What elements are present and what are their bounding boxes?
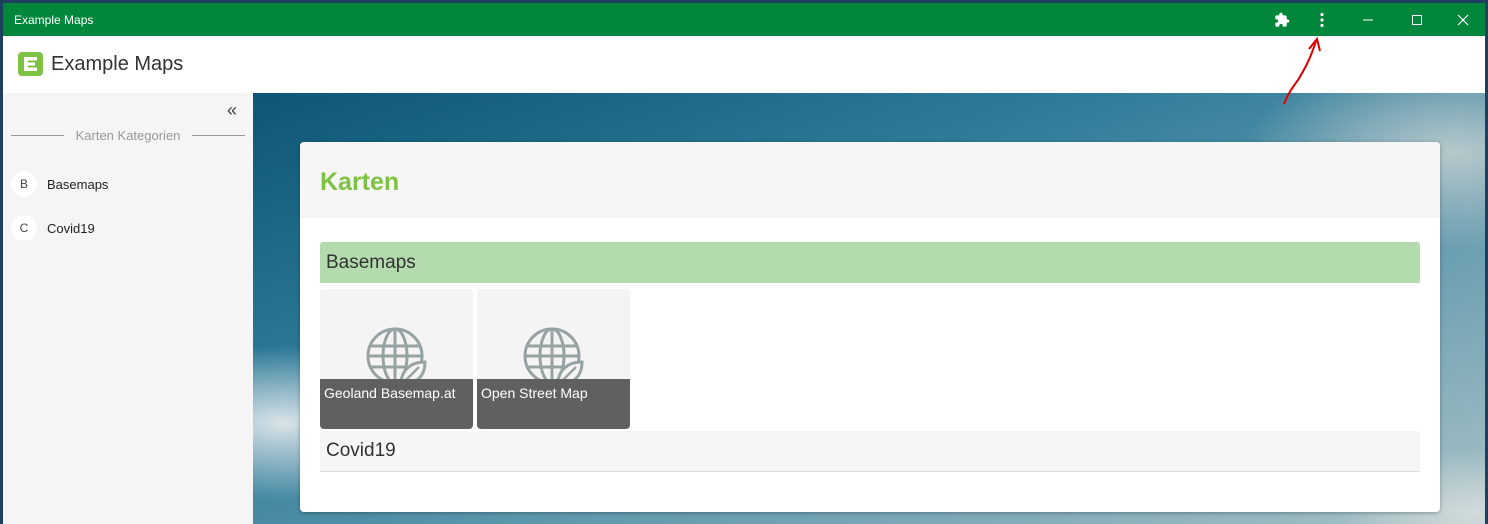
category-header: Karten Kategorien: [11, 127, 246, 143]
divider: [11, 134, 64, 136]
collapse-sidebar-button[interactable]: «: [227, 100, 237, 121]
window-titlebar: Example Maps: [3, 3, 1485, 36]
close-icon[interactable]: [1452, 3, 1474, 36]
maps-card: Karten Basemaps Geoland Basemap.at Open …: [300, 142, 1440, 512]
section-header-covid19[interactable]: Covid19: [320, 431, 1420, 472]
puzzle-icon[interactable]: [1273, 3, 1291, 36]
map-tile-label: Open Street Map: [477, 379, 630, 429]
sidebar-item-covid19[interactable]: C Covid19: [11, 214, 241, 242]
divider: [192, 134, 246, 136]
sidebar-item-label: Covid19: [47, 220, 95, 236]
minimize-icon[interactable]: [1357, 3, 1379, 36]
app-logo-icon: [18, 52, 43, 76]
map-tile-openstreetmap[interactable]: Open Street Map: [477, 289, 630, 429]
app-name: Example Maps: [51, 53, 184, 75]
app-header: Example Maps: [3, 36, 1485, 93]
more-vert-icon[interactable]: [1314, 3, 1330, 36]
window-title: Example Maps: [14, 13, 94, 27]
map-tile-geoland[interactable]: Geoland Basemap.at: [320, 289, 473, 429]
map-tile-label: Geoland Basemap.at: [320, 379, 473, 429]
maximize-icon[interactable]: [1406, 3, 1428, 36]
card-header: Karten: [300, 142, 1440, 218]
sidebar-item-label: Basemaps: [47, 176, 109, 192]
sidebar-item-basemaps[interactable]: B Basemaps: [11, 170, 241, 198]
sidebar: « Karten Kategorien B Basemaps C Covid19: [3, 93, 253, 524]
category-badge: B: [11, 171, 37, 197]
category-badge: C: [11, 215, 37, 241]
annotation-arrow-icon: [1283, 36, 1321, 105]
section-header-basemaps[interactable]: Basemaps: [320, 242, 1420, 283]
page-title: Karten: [320, 168, 400, 196]
category-header-label: Karten Kategorien: [75, 127, 181, 143]
